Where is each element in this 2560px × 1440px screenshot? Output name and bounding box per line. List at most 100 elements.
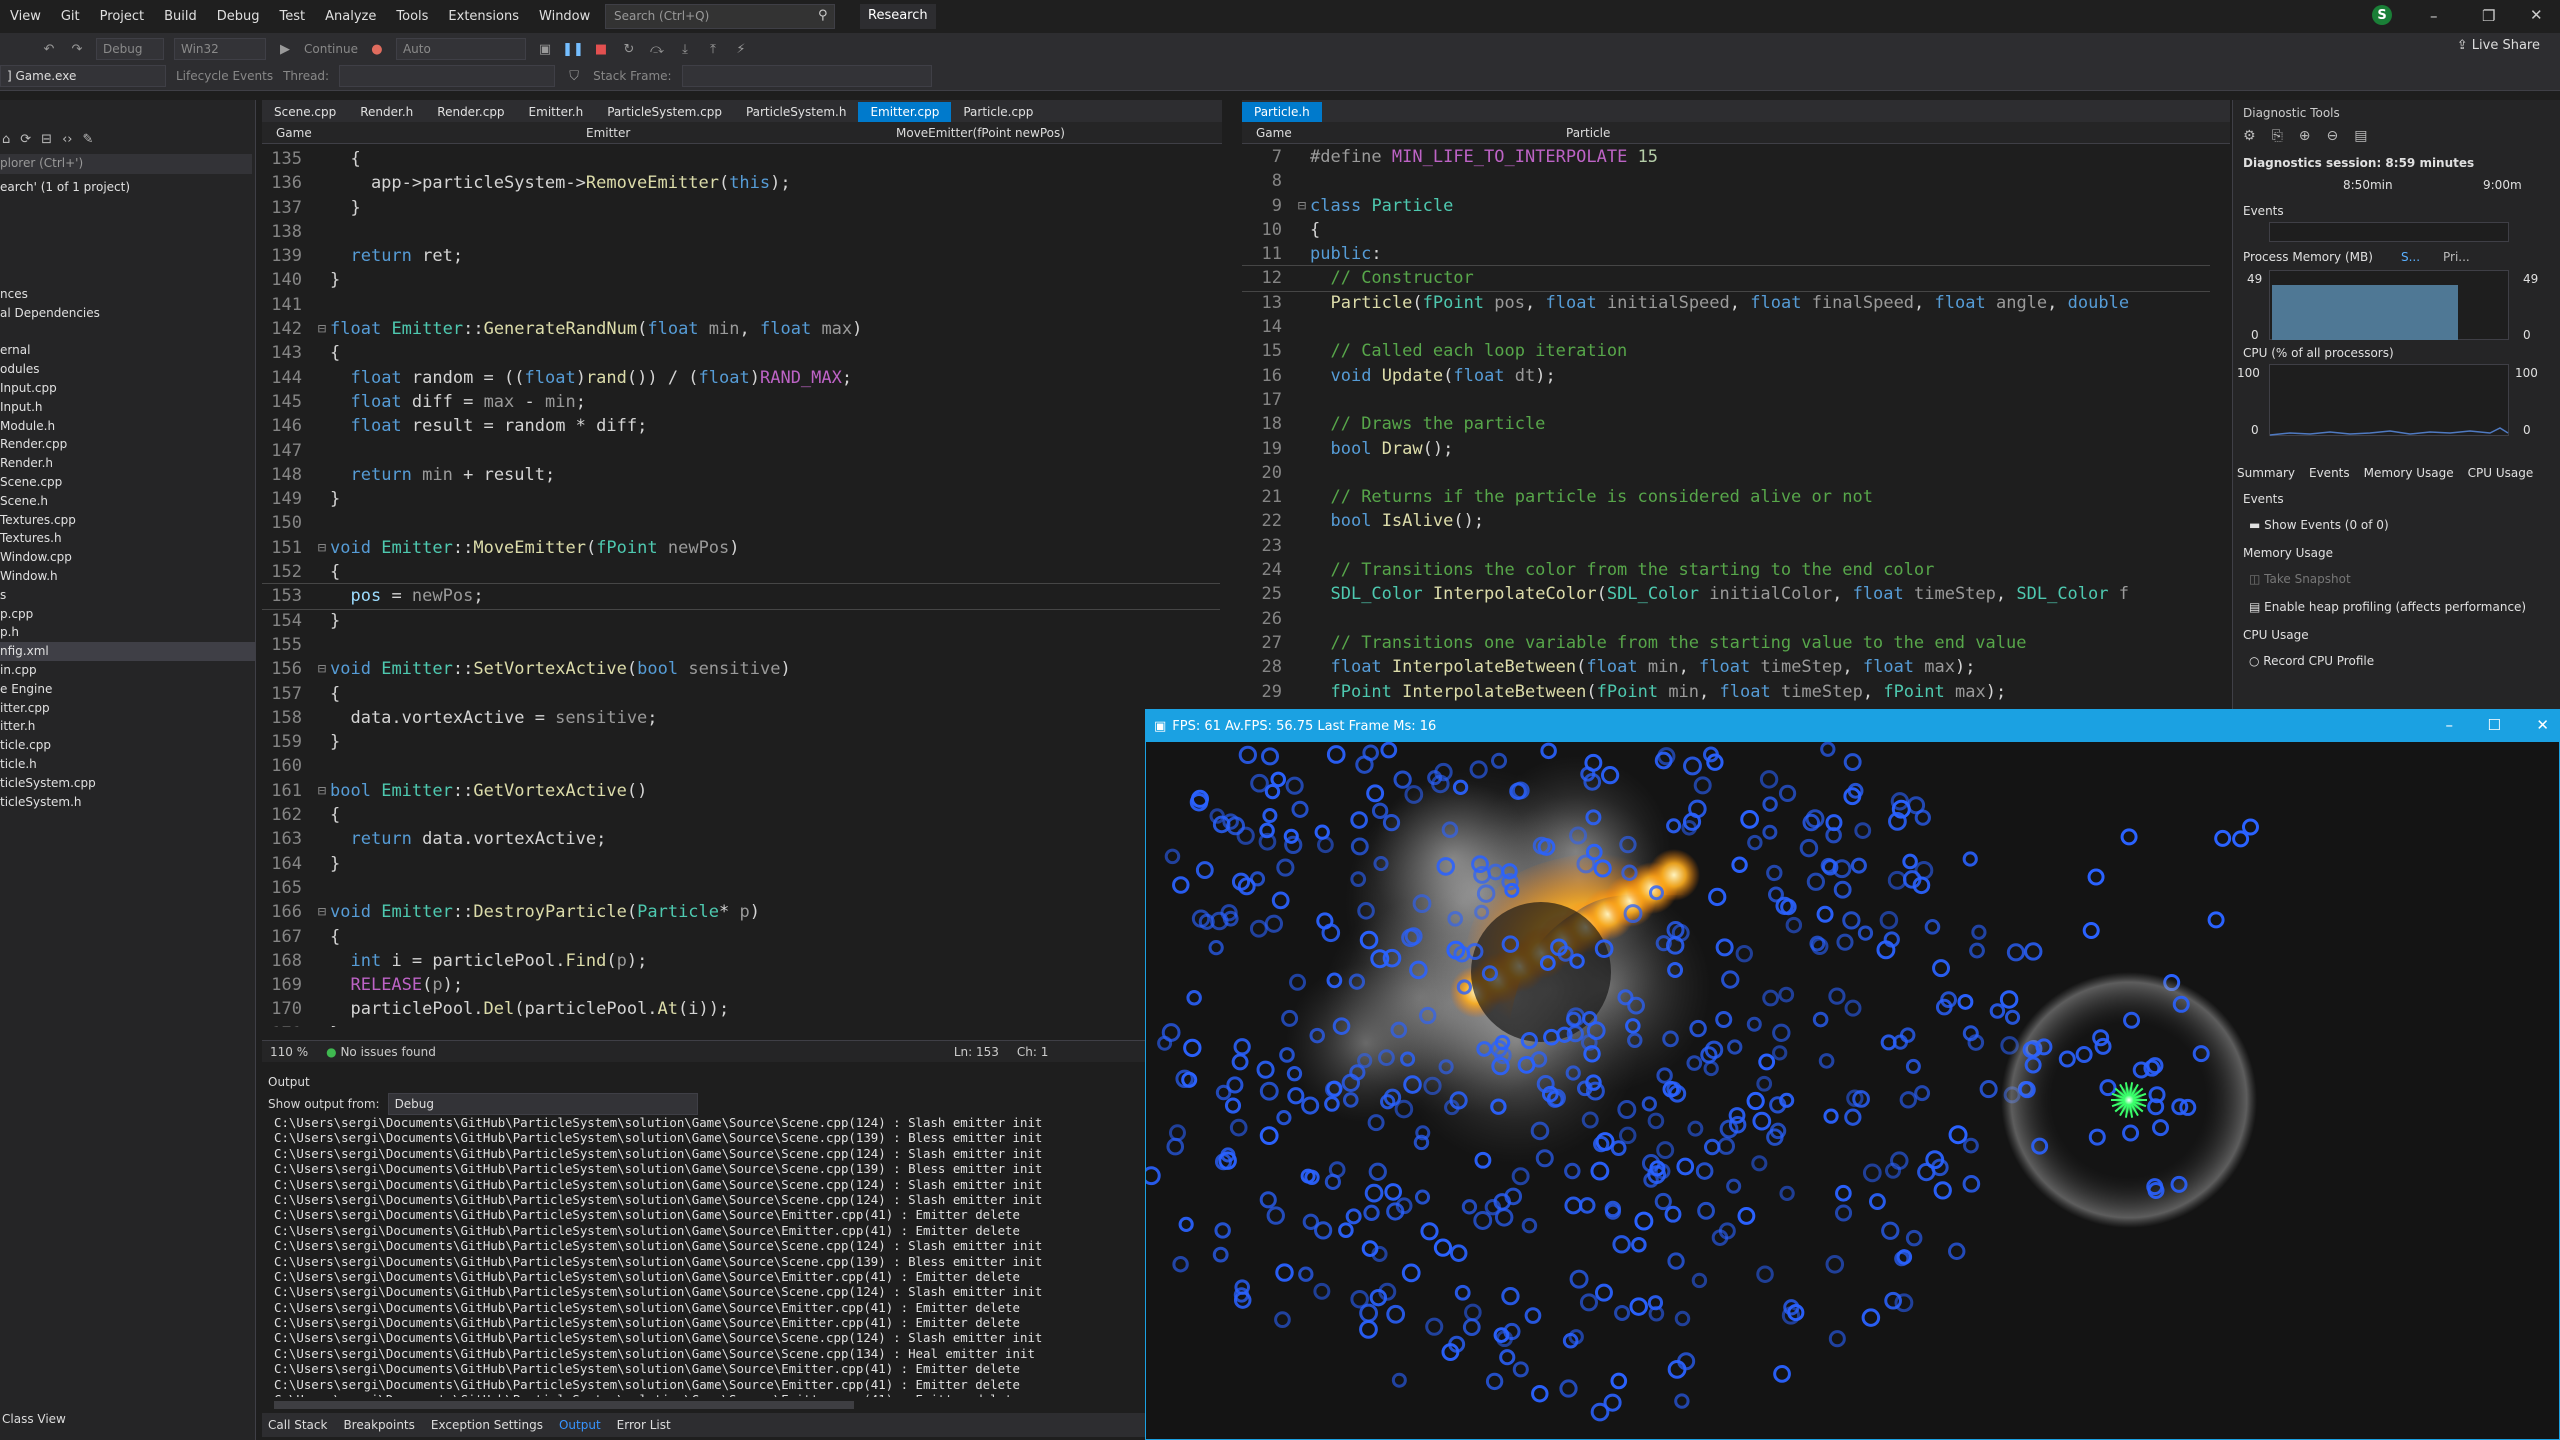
solution-item[interactable]: odules <box>0 360 256 379</box>
menu-item-project[interactable]: Project <box>90 9 154 24</box>
export-icon[interactable]: ⎘ <box>2272 128 2283 144</box>
folder-icon[interactable]: ▣ <box>536 40 554 58</box>
solution-item[interactable]: ticleSystem.h <box>0 793 256 812</box>
code-line[interactable]: 136 app->particleSystem->RemoveEmitter(t… <box>262 171 1220 195</box>
code-line[interactable]: 166 ⊟ void Emitter::DestroyParticle(Partic… <box>262 900 1220 924</box>
take-snapshot-button[interactable]: ◫ Take Snapshot <box>2249 572 2351 586</box>
code-line[interactable]: 168 int i = particlePool.Find(p); <box>262 949 1220 973</box>
solution-search-input[interactable]: plorer (Ctrl+') <box>0 154 252 174</box>
solution-item[interactable]: Input.h <box>0 398 256 417</box>
stop-icon[interactable]: ■ <box>592 40 610 58</box>
redo-icon[interactable]: ↷ <box>68 40 86 58</box>
bottom-tab-breakpoints[interactable]: Breakpoints <box>343 1418 414 1432</box>
properties-icon[interactable]: ✎ <box>82 132 93 147</box>
code-line[interactable]: 161 ⊟ bool Emitter::GetVortexActive() <box>262 779 1220 803</box>
code-line[interactable]: 25 SDL_Color InterpolateColor(SDL_Color … <box>1242 582 2210 606</box>
tab-scene-cpp[interactable]: Scene.cpp <box>262 102 348 122</box>
solution-item[interactable]: Module.h <box>0 417 256 436</box>
menu-item-extensions[interactable]: Extensions <box>438 9 529 24</box>
code-line[interactable]: 164} <box>262 852 1220 876</box>
code-line[interactable]: 160 <box>262 754 1220 778</box>
code-line[interactable]: 150 <box>262 511 1220 535</box>
solution-item[interactable]: e Engine <box>0 680 256 699</box>
code-line[interactable]: 152 { <box>262 560 1220 584</box>
left-code[interactable]: 135 {136 app->particleSystem->RemoveEmit… <box>262 147 1220 1027</box>
bottom-tab-output[interactable]: Output <box>559 1418 601 1432</box>
code-line[interactable]: 146 float result = random * diff; <box>262 414 1220 438</box>
tab-particlesystem-h[interactable]: ParticleSystem.h <box>734 102 859 122</box>
menu-item-view[interactable]: View <box>0 9 51 24</box>
code-line[interactable]: 18 // Draws the particle <box>1242 412 2210 436</box>
code-line[interactable]: 154} <box>262 609 1220 633</box>
code-line[interactable]: 138 <box>262 220 1220 244</box>
project-select[interactable]: Game <box>270 125 570 140</box>
code-line[interactable]: 12 // Constructor <box>1242 265 2210 292</box>
tab-particlesystem-cpp[interactable]: ParticleSystem.cpp <box>595 102 734 122</box>
right-scope-select[interactable]: Particle <box>1560 125 1860 140</box>
game-maximize-icon[interactable]: ☐ <box>2488 716 2501 734</box>
home-icon[interactable]: ⌂ <box>2 132 10 147</box>
class-view-tab[interactable]: Class View <box>2 1412 66 1426</box>
diag-tab-summary[interactable]: Summary <box>2237 466 2295 480</box>
step-over-icon[interactable]: ⤼ <box>648 40 666 58</box>
code-line[interactable]: 29 fPoint InterpolateBetween(fPoint min,… <box>1242 680 2210 704</box>
avatar[interactable]: S <box>2372 5 2392 25</box>
code-line[interactable]: 22 bool IsAlive(); <box>1242 509 2210 533</box>
game-title-bar[interactable]: ▣ FPS: 61 Av.FPS: 56.75 Last Frame Ms: 1… <box>1146 710 2559 742</box>
code-line[interactable]: 10 { <box>1242 218 2210 242</box>
code-line[interactable]: 135 { <box>262 147 1220 171</box>
bottom-tab-call-stack[interactable]: Call Stack <box>268 1418 327 1432</box>
sync-icon[interactable]: ⟳ <box>20 132 31 147</box>
events-track[interactable] <box>2269 222 2509 242</box>
clipboard-icon[interactable]: ▤ <box>2354 128 2367 144</box>
minimize-icon[interactable]: – <box>2430 7 2438 25</box>
code-line[interactable]: 165 <box>262 876 1220 900</box>
code-line[interactable]: 170 particlePool.Del(particlePool.At(i))… <box>262 997 1220 1021</box>
code-line[interactable]: 144 float random = ((float)rand()) / (fl… <box>262 366 1220 390</box>
platform-select[interactable]: Win32 <box>174 38 266 60</box>
diag-tab-events[interactable]: Events <box>2309 466 2350 480</box>
member-select[interactable]: MoveEmitter(fPoint newPos) <box>890 125 1190 140</box>
code-line[interactable]: 15 // Called each loop iteration <box>1242 339 2210 363</box>
code-line[interactable]: 157 { <box>262 682 1220 706</box>
auto-select[interactable]: Auto <box>395 38 526 60</box>
solution-item[interactable]: ticleSystem.cpp <box>0 774 256 793</box>
solution-item[interactable]: nfig.xml <box>0 642 256 661</box>
play-icon[interactable]: ▶ <box>276 40 294 58</box>
stack-frame-select[interactable] <box>681 65 932 87</box>
code-line[interactable]: 26 <box>1242 607 2210 631</box>
code-line[interactable]: 149} <box>262 487 1220 511</box>
tab-particle-h[interactable]: Particle.h <box>1242 102 1322 122</box>
menu-item-window[interactable]: Window <box>529 9 600 24</box>
code-line[interactable]: 151 ⊟ void Emitter::MoveEmitter(fPoint new… <box>262 536 1220 560</box>
debug-target-icon[interactable]: ● <box>368 40 386 58</box>
output-source-select[interactable]: Debug <box>387 1093 698 1115</box>
code-line[interactable]: 162 { <box>262 803 1220 827</box>
cpu-chart[interactable] <box>2269 364 2509 436</box>
solution-item[interactable]: p.cpp <box>0 605 256 624</box>
output-scrollbar[interactable] <box>274 1401 854 1409</box>
solution-item[interactable]: Textures.cpp <box>0 511 256 530</box>
code-line[interactable]: 148 return min + result; <box>262 463 1220 487</box>
code-line[interactable]: 21 // Returns if the particle is conside… <box>1242 485 2210 509</box>
code-line[interactable]: 11 public: <box>1242 242 2210 266</box>
solution-item[interactable]: Window.h <box>0 567 256 586</box>
code-line[interactable]: 159} <box>262 730 1220 754</box>
code-line[interactable]: 14 <box>1242 315 2210 339</box>
live-share-button[interactable]: ⇪ Live Share <box>2457 38 2540 53</box>
solution-item[interactable]: itter.cpp <box>0 699 256 718</box>
show-events-button[interactable]: ▬ Show Events (0 of 0) <box>2249 518 2389 532</box>
solution-item[interactable]: Window.cpp <box>0 548 256 567</box>
code-line[interactable]: 158 data.vortexActive = sensitive; <box>262 706 1220 730</box>
code-line[interactable]: 139 return ret; <box>262 244 1220 268</box>
solution-item[interactable] <box>0 323 256 342</box>
code-line[interactable]: 23 <box>1242 534 2210 558</box>
code-line[interactable]: 9 ⊟ class Particle <box>1242 194 2210 218</box>
solution-item[interactable]: Render.h <box>0 454 256 473</box>
menu-item-git[interactable]: Git <box>51 9 90 24</box>
diag-tab-memory-usage[interactable]: Memory Usage <box>2364 466 2454 480</box>
code-line[interactable]: 171} <box>262 1022 1220 1027</box>
code-icon[interactable]: ‹› <box>62 132 72 147</box>
solution-item[interactable]: Scene.h <box>0 492 256 511</box>
menu-item-tools[interactable]: Tools <box>386 9 438 24</box>
